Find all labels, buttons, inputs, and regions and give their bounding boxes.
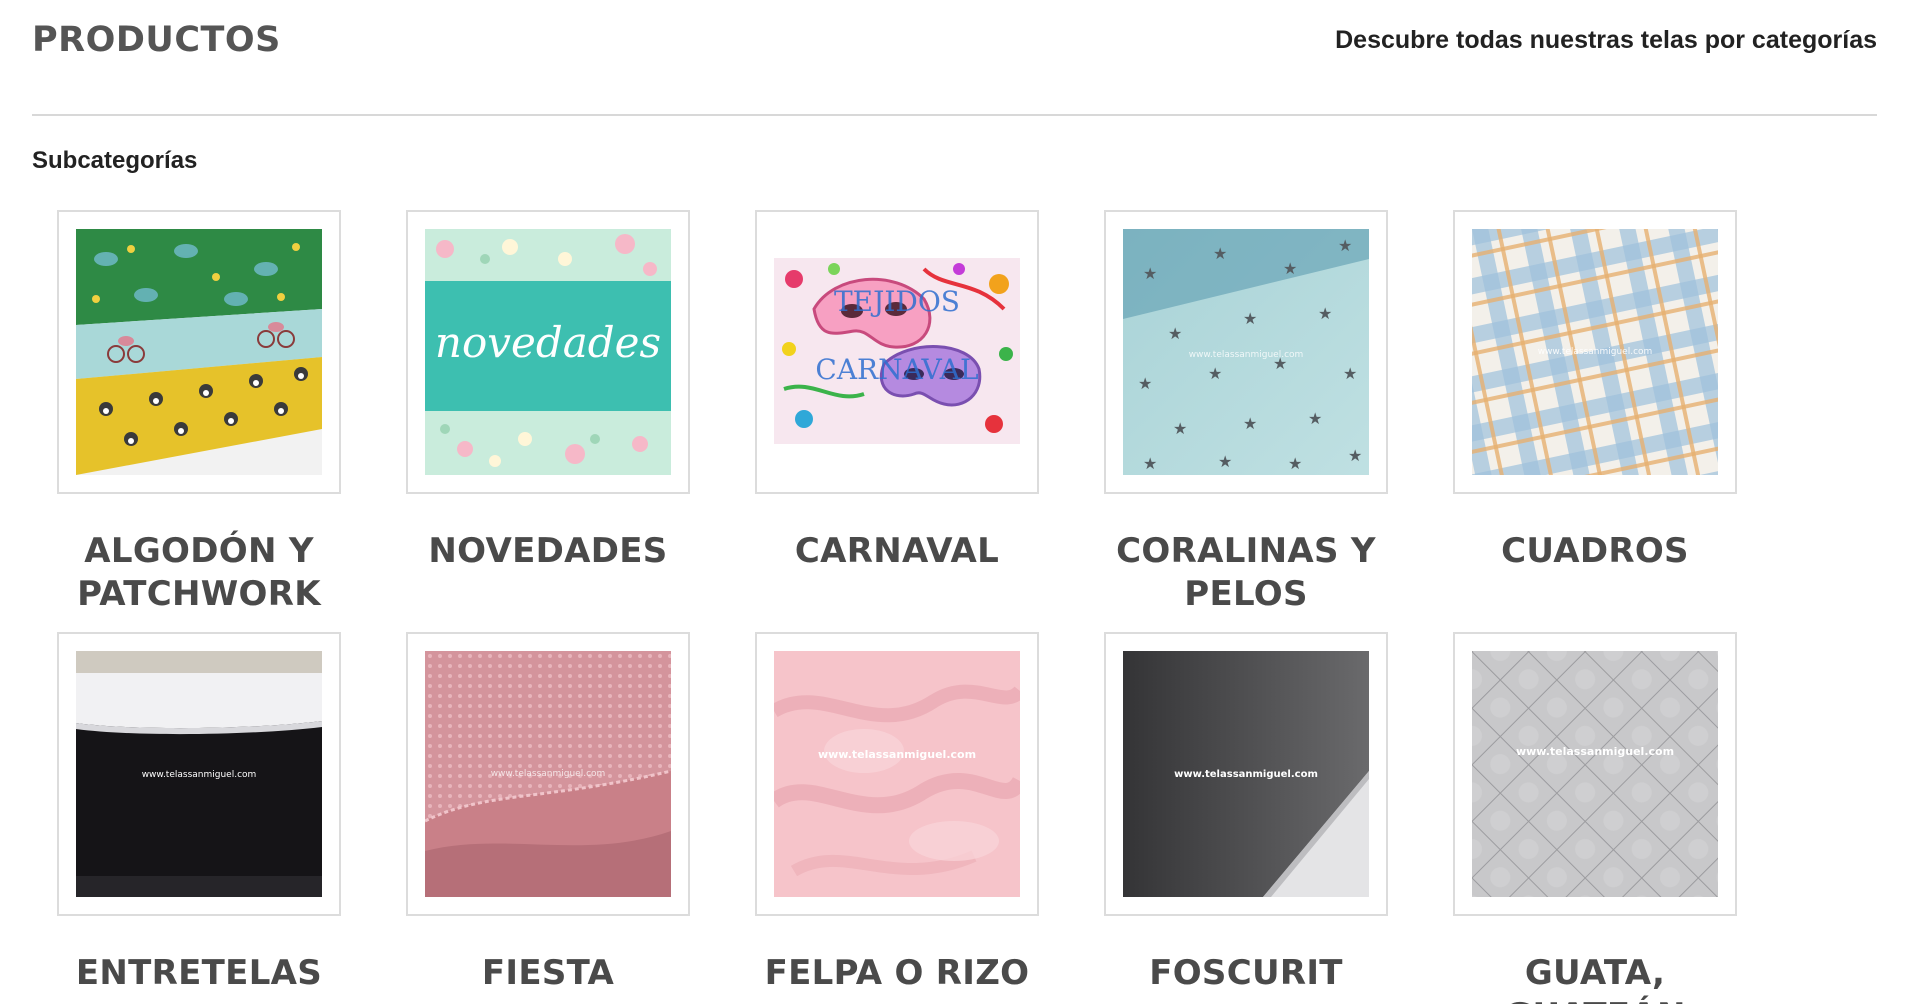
carnival-masks-image: TEJIDOS CARNAVAL: [774, 229, 1020, 475]
carnival-masks-photo: TEJIDOS CARNAVAL: [774, 229, 1020, 475]
subcategory-card-cuadros[interactable]: www.telassanmiguel.com CUADROS: [1453, 210, 1737, 632]
watermark-text: www.telassanmiguel.com: [1189, 350, 1304, 360]
subcategory-name[interactable]: CORALINAS Y PELOS: [1104, 530, 1388, 616]
grey-blackout-fabric-image: www.telassanmiguel.com: [1123, 651, 1369, 897]
svg-text:★: ★: [1343, 364, 1357, 383]
watermark-text: www.telassanmiguel.com: [1516, 745, 1674, 758]
subcategory-name[interactable]: FELPA O RIZO: [755, 952, 1039, 995]
subcategory-card-felpa-o-rizo[interactable]: www.telassanmiguel.com FELPA O RIZO: [755, 632, 1039, 1004]
svg-text:★: ★: [1168, 324, 1182, 343]
svg-text:★: ★: [1143, 264, 1157, 283]
novedades-banner-image: novedades: [425, 229, 671, 475]
svg-text:★: ★: [1243, 309, 1257, 328]
subcategory-name[interactable]: FIESTA: [406, 952, 690, 995]
svg-text:★: ★: [1218, 452, 1232, 471]
subcategory-card-entretelas[interactable]: www.telassanmiguel.com ENTRETELAS: [57, 632, 341, 1004]
subcategory-card-carnaval[interactable]: TEJIDOS CARNAVAL CARNAVAL: [755, 210, 1039, 632]
pink-lace-fabric-photo: www.telassanmiguel.com: [425, 651, 671, 897]
plaid-fabric-image: www.telassanmiguel.com: [1472, 229, 1718, 475]
pink-terry-fabric-image: www.telassanmiguel.com: [774, 651, 1020, 897]
patchwork-fabric-photo: [76, 229, 322, 475]
svg-text:CARNAVAL: CARNAVAL: [815, 353, 978, 386]
svg-text:★: ★: [1338, 236, 1352, 255]
svg-text:★: ★: [1348, 446, 1362, 465]
subcategory-card-algodon-y-patchwork[interactable]: ALGODÓN Y PATCHWORK: [57, 210, 341, 632]
subcategory-name[interactable]: ENTRETELAS: [57, 952, 341, 995]
page-title: PRODUCTOS: [32, 20, 281, 60]
subcategory-name[interactable]: FOSCURIT: [1104, 952, 1388, 995]
subcategory-card-coralinas-y-pelos[interactable]: ★ ★ ★ ★ ★ ★ ★ ★ ★ ★ ★ ★ ★ ★ ★ ★ ★ ★ www.telassanmigue…: [1104, 210, 1388, 632]
quilted-fabric-image: www.telassanmiguel.com: [1472, 651, 1718, 897]
svg-text:★: ★: [1308, 409, 1322, 428]
grey-blackout-fabric-photo: www.telassanmiguel.com: [1123, 651, 1369, 897]
svg-text:★: ★: [1208, 364, 1222, 383]
interfacing-fabric-photo: www.telassanmiguel.com: [76, 651, 322, 897]
subcategory-card-novedades[interactable]: novedades NOVEDADES: [406, 210, 690, 632]
subcategory-thumbnail[interactable]: novedades: [406, 210, 690, 494]
subcategory-thumbnail[interactable]: ★ ★ ★ ★ ★ ★ ★ ★ ★ ★ ★ ★ ★ ★ ★ ★ ★ ★ www.telassanmigue…: [1104, 210, 1388, 494]
subcategory-name[interactable]: NOVEDADES: [406, 530, 690, 573]
interfacing-fabric-image: www.telassanmiguel.com: [76, 651, 322, 897]
subcategory-thumbnail[interactable]: TEJIDOS CARNAVAL: [755, 210, 1039, 494]
pink-terry-fabric-photo: www.telassanmiguel.com: [774, 651, 1020, 897]
watermark-text: www.telassanmiguel.com: [818, 748, 976, 761]
svg-text:★: ★: [1283, 259, 1297, 278]
svg-text:★: ★: [1318, 304, 1332, 323]
subcategory-card-foscurit[interactable]: www.telassanmiguel.com FOSCURIT: [1104, 632, 1388, 1004]
subcategory-card-fiesta[interactable]: www.telassanmiguel.com FIESTA: [406, 632, 690, 1004]
page-header: PRODUCTOS Descubre todas nuestras telas …: [32, 18, 1877, 82]
star-print-fabric-photo: ★ ★ ★ ★ ★ ★ ★ ★ ★ ★ ★ ★ ★ ★ ★ ★ ★ ★ www.telassanmigue…: [1123, 229, 1369, 475]
star-print-fabric-image: ★★★★ ★★ ★ ★★★★ ★ ★ ★ ★ ★ ★ ★ www.telassanmigue…: [1123, 229, 1369, 475]
svg-text:★: ★: [1288, 454, 1302, 473]
patchwork-fabric-image: [76, 229, 322, 475]
plaid-fabric-photo: www.telassanmiguel.com: [1472, 229, 1718, 475]
subcategory-thumbnail[interactable]: www.telassanmiguel.com: [755, 632, 1039, 916]
subcategory-thumbnail[interactable]: www.telassanmiguel.com: [57, 632, 341, 916]
watermark-text: www.telassanmiguel.com: [1538, 347, 1653, 357]
svg-text:TEJIDOS: TEJIDOS: [834, 285, 960, 318]
page: PRODUCTOS Descubre todas nuestras telas …: [0, 0, 1920, 1004]
subcategory-name[interactable]: ALGODÓN Y PATCHWORK: [57, 530, 341, 616]
svg-text:★: ★: [1243, 414, 1257, 433]
novedades-banner-text: novedades: [435, 318, 661, 367]
subcategory-thumbnail[interactable]: www.telassanmiguel.com: [406, 632, 690, 916]
subcategory-thumbnail[interactable]: www.telassanmiguel.com: [1453, 632, 1737, 916]
watermark-text: www.telassanmiguel.com: [1174, 769, 1318, 780]
svg-text:★: ★: [1138, 374, 1152, 393]
subcategory-name[interactable]: CARNAVAL: [755, 530, 1039, 573]
subcategory-thumbnail[interactable]: www.telassanmiguel.com: [1453, 210, 1737, 494]
novedades-banner: novedades: [425, 229, 671, 475]
subcategory-name[interactable]: CUADROS: [1453, 530, 1737, 573]
pink-lace-fabric-image: www.telassanmiguel.com: [425, 651, 671, 897]
subcategory-grid: ALGODÓN Y PATCHWORK novedades NOVEDADES …: [57, 210, 1757, 1004]
watermark-text: www.telassanmiguel.com: [142, 770, 257, 780]
quilted-fabric-photo: www.telassanmiguel.com: [1472, 651, 1718, 897]
subcategory-name[interactable]: GUATA, GUATEÁN: [1453, 952, 1737, 1004]
subcategory-card-guata[interactable]: www.telassanmiguel.com GUATA, GUATEÁN: [1453, 632, 1737, 1004]
svg-text:★: ★: [1143, 454, 1157, 473]
subcategory-thumbnail[interactable]: www.telassanmiguel.com: [1104, 632, 1388, 916]
page-subtitle: Descubre todas nuestras telas por catego…: [1335, 26, 1877, 54]
svg-text:★: ★: [1173, 419, 1187, 438]
watermark-text: www.telassanmiguel.com: [491, 769, 606, 779]
subcategory-thumbnail[interactable]: [57, 210, 341, 494]
svg-text:★: ★: [1213, 244, 1227, 263]
subcategories-heading: Subcategorías: [32, 147, 198, 174]
header-divider: [32, 114, 1877, 116]
